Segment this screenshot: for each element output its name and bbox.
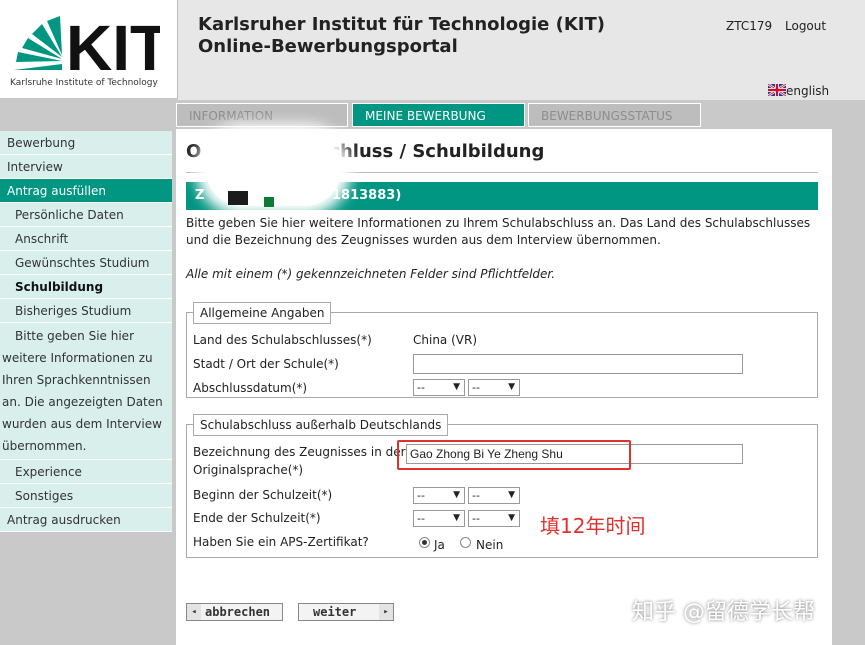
- kit-logo-text: KIT: [66, 12, 160, 74]
- forward-arrow-icon: ▸: [379, 604, 393, 620]
- language-switch[interactable]: english: [768, 84, 829, 98]
- next-button[interactable]: weiter ▸: [298, 603, 394, 621]
- sidebar-item-line: weitere Informationen zu: [2, 351, 153, 365]
- graduation-year-select[interactable]: -- ▼: [468, 379, 520, 396]
- country-label: Land des Schulabschlusses(*): [193, 333, 372, 347]
- aps-no-radio[interactable]: [460, 537, 471, 548]
- portal-title: Karlsruher Institut für Technologie (KIT…: [198, 14, 605, 35]
- aps-label: Haben Sie ein APS-Zertifikat?: [193, 535, 369, 549]
- tab-information[interactable]: INFORMATION: [176, 103, 348, 127]
- language-label: english: [786, 84, 830, 98]
- sidebar-item-line: wurden aus dem Interview: [2, 417, 162, 431]
- select-value: --: [417, 381, 425, 394]
- sidebar-item-bewerbung[interactable]: Bewerbung: [0, 131, 172, 155]
- city-input[interactable]: [413, 354, 743, 374]
- sidebar-item-antrag-ausfuellen[interactable]: Antrag ausfüllen: [0, 179, 172, 203]
- select-value: --: [417, 489, 425, 502]
- cancel-button[interactable]: ◂ abbrechen: [186, 603, 283, 621]
- main-content: Ochluss / Schulbildung Z 1813883) Bitte …: [176, 129, 832, 645]
- portal-subtitle: Online-Bewerbungsportal: [198, 36, 458, 57]
- sidebar-item-sonstiges[interactable]: Sonstiges: [0, 484, 172, 508]
- graduation-month-select[interactable]: -- ▼: [413, 379, 465, 396]
- section-legend: Allgemeine Angaben: [193, 302, 332, 324]
- logout-link[interactable]: Logout: [785, 19, 826, 33]
- redaction-fragment: [228, 191, 248, 205]
- aps-no-label: Nein: [476, 538, 504, 552]
- required-hint: Alle mit einem (*) gekennzeichneten Feld…: [186, 267, 556, 281]
- certificate-input[interactable]: Gao Zhong Bi Ye Zheng Shu: [406, 444, 743, 464]
- next-button-label: weiter: [313, 605, 357, 619]
- tab-bewerbungsstatus[interactable]: BEWERBUNGSSTATUS: [528, 103, 701, 127]
- sidebar-item-line: übernommen.: [2, 439, 87, 453]
- select-value: --: [472, 512, 480, 525]
- section-legend: Schulabschluss außerhalb Deutschlands: [193, 414, 449, 436]
- select-value: --: [472, 489, 480, 502]
- sidebar-item-line: an. Die angezeigten Daten: [2, 395, 163, 409]
- select-value: --: [472, 381, 480, 394]
- sidebar-item-antrag-ausdrucken[interactable]: Antrag ausdrucken: [0, 508, 172, 532]
- graduation-date-label: Abschlussdatum(*): [193, 381, 308, 395]
- city-label: Stadt / Ort der Schule(*): [193, 357, 339, 371]
- sidebar-item-experience[interactable]: Experience: [0, 460, 172, 484]
- intro-text: Bitte geben Sie hier weitere Information…: [186, 216, 811, 247]
- page-title-left: O: [186, 141, 202, 162]
- dropdown-arrow-icon: ▼: [508, 513, 515, 523]
- school-end-month-select[interactable]: -- ▼: [413, 510, 465, 527]
- dropdown-arrow-icon: ▼: [453, 513, 460, 523]
- aps-yes-label: Ja: [434, 538, 445, 552]
- dropdown-arrow-icon: ▼: [508, 490, 515, 500]
- application-bar-right: 1813883): [332, 188, 402, 203]
- school-start-year-select[interactable]: -- ▼: [468, 487, 520, 504]
- school-start-label: Beginn der Schulzeit(*): [193, 488, 333, 502]
- sidebar-item-anschrift[interactable]: Anschrift: [0, 227, 172, 251]
- header: Karlsruher Institut für Technologie (KIT…: [178, 0, 865, 100]
- sidebar-item-bisheriges-studium[interactable]: Bisheriges Studium: [0, 299, 172, 323]
- page-title-right: chluss / Schulbildung: [329, 141, 545, 162]
- certificate-label-line2: Originalsprache(*): [193, 463, 304, 477]
- country-value: China (VR): [413, 333, 478, 347]
- application-bar-left: Z: [195, 188, 205, 203]
- sidebar-item-sprachkenntnisse[interactable]: Bitte geben Sie hier weitere Information…: [0, 323, 172, 460]
- sidebar-item-gewuenschtes-studium[interactable]: Gewünschtes Studium: [0, 251, 172, 275]
- tab-meine-bewerbung[interactable]: MEINE BEWERBUNG: [352, 103, 525, 127]
- sidebar-item-persoenliche-daten[interactable]: Persönliche Daten: [0, 203, 172, 227]
- sidebar-item-schulbildung[interactable]: Schulbildung: [0, 275, 172, 299]
- sidebar-item-interview[interactable]: Interview: [0, 155, 172, 179]
- kit-logo-subtitle: Karlsruhe Institute of Technology: [10, 78, 158, 88]
- kit-logo-mark: KIT: [14, 12, 160, 74]
- dropdown-arrow-icon: ▼: [508, 382, 515, 392]
- school-end-label: Ende der Schulzeit(*): [193, 511, 321, 525]
- select-value: --: [417, 512, 425, 525]
- uk-flag-icon: [768, 84, 786, 96]
- user-id: ZTC179: [726, 19, 773, 33]
- annotation-note: 填12年时间: [540, 514, 646, 538]
- cancel-button-label: abbrechen: [205, 605, 271, 619]
- back-arrow-icon: ◂: [187, 604, 201, 620]
- school-start-month-select[interactable]: -- ▼: [413, 487, 465, 504]
- sidebar-item-line: Ihren Sprachkenntnissen: [2, 373, 151, 387]
- sidebar: Bewerbung Interview Antrag ausfüllen Per…: [0, 131, 172, 532]
- dropdown-arrow-icon: ▼: [453, 490, 460, 500]
- dropdown-arrow-icon: ▼: [453, 382, 460, 392]
- redaction-fragment: [264, 197, 274, 207]
- kit-logo[interactable]: KIT Karlsruhe Institute of Technology: [0, 0, 178, 98]
- redaction-blur: [206, 134, 341, 206]
- certificate-label: Bezeichnung des Zeugnisses in der: [193, 445, 406, 459]
- aps-yes-radio[interactable]: [419, 537, 430, 548]
- school-end-year-select[interactable]: -- ▼: [468, 510, 520, 527]
- watermark: 知乎 @留德学长帮: [632, 600, 815, 625]
- sidebar-item-line: Bitte geben Sie hier: [15, 329, 134, 343]
